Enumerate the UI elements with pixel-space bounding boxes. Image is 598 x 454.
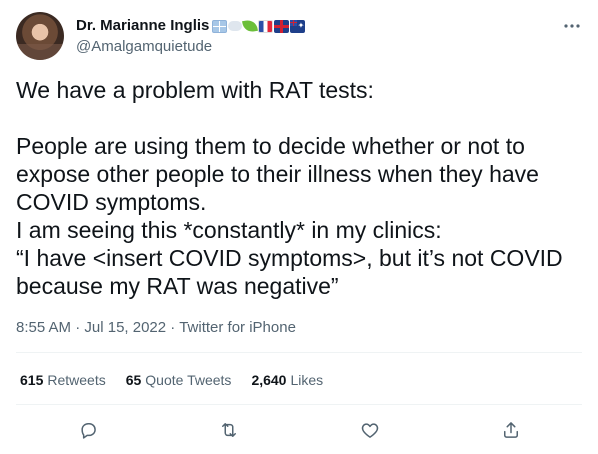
tweet: Dr. Marianne Inglis @Amalgamquietude We … bbox=[0, 0, 598, 454]
window-emoji-icon bbox=[212, 19, 228, 33]
more-options-icon[interactable] bbox=[560, 14, 584, 38]
tweet-line: “I have <insert COVID symptoms>, but it’… bbox=[16, 245, 563, 271]
reply-button[interactable] bbox=[72, 414, 104, 446]
author-name-row: Dr. Marianne Inglis bbox=[76, 16, 306, 36]
australia-flag-icon bbox=[290, 19, 306, 33]
tweet-text: We have a problem with RAT tests: People… bbox=[16, 76, 582, 300]
cloud-emoji-icon bbox=[228, 21, 243, 31]
divider bbox=[16, 352, 582, 353]
retweet-button[interactable] bbox=[213, 414, 245, 446]
meta-separator: · bbox=[166, 319, 180, 336]
france-flag-icon bbox=[258, 19, 274, 33]
tweet-stats: 615 Retweets 65 Quote Tweets 2,640 Likes bbox=[20, 370, 323, 390]
name-emojis bbox=[211, 18, 306, 34]
tweet-meta: 8:55 AM · Jul 15, 2022 · Twitter for iPh… bbox=[16, 318, 296, 338]
likes-label: Likes bbox=[290, 372, 324, 388]
tweet-line: COVID symptoms. bbox=[16, 189, 207, 215]
divider bbox=[16, 404, 582, 405]
quote-tweets-count: 65 bbox=[125, 372, 142, 388]
retweet-icon bbox=[222, 423, 236, 437]
tweet-line: People are using them to decide whether … bbox=[16, 133, 525, 159]
reply-icon bbox=[81, 423, 96, 439]
leaf-emoji-icon bbox=[242, 18, 259, 34]
retweets-count: 615 bbox=[20, 372, 44, 388]
tweet-date[interactable]: Jul 15, 2022 bbox=[84, 319, 166, 336]
tweet-line: expose other people to their illness whe… bbox=[16, 161, 539, 187]
tweet-actions bbox=[0, 414, 598, 446]
tweet-line: We have a problem with RAT tests: bbox=[16, 77, 374, 103]
quote-tweets-label: Quote Tweets bbox=[145, 372, 232, 388]
tweet-line: because my RAT was negative” bbox=[16, 273, 339, 299]
share-button[interactable] bbox=[495, 414, 527, 446]
tweet-line: I am seeing this *constantly* in my clin… bbox=[16, 217, 442, 243]
likes-stat[interactable]: 2,640 Likes bbox=[251, 370, 323, 390]
like-icon bbox=[361, 423, 379, 438]
tweet-time[interactable]: 8:55 AM bbox=[16, 319, 71, 336]
retweets-stat[interactable]: 615 Retweets bbox=[20, 370, 106, 390]
uk-flag-icon bbox=[274, 19, 290, 33]
avatar[interactable] bbox=[16, 12, 64, 60]
tweet-source[interactable]: Twitter for iPhone bbox=[179, 319, 296, 336]
like-button[interactable] bbox=[354, 414, 386, 446]
author-handle[interactable]: @Amalgamquietude bbox=[76, 37, 212, 57]
share-icon bbox=[504, 422, 518, 438]
retweets-label: Retweets bbox=[47, 372, 106, 388]
likes-count: 2,640 bbox=[251, 372, 287, 388]
meta-separator: · bbox=[71, 319, 85, 336]
author-display-name[interactable]: Dr. Marianne Inglis bbox=[76, 16, 209, 36]
quote-tweets-stat[interactable]: 65 Quote Tweets bbox=[126, 370, 232, 390]
